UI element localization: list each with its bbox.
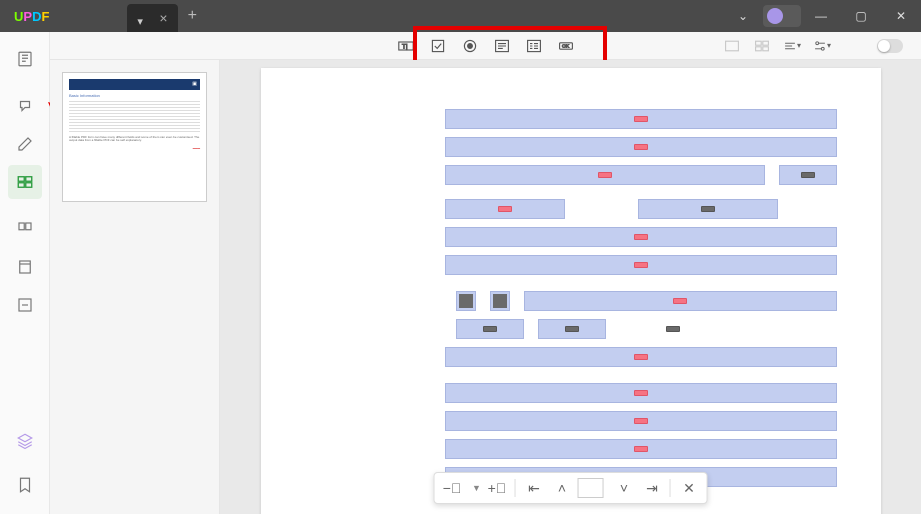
edit-tool[interactable] — [8, 127, 42, 161]
chevron-down-icon[interactable]: ⌄ — [723, 0, 763, 32]
close-bar-button[interactable]: ✕ — [677, 476, 701, 500]
image-tool-icon[interactable] — [723, 37, 741, 55]
button-tool[interactable]: OK — [557, 37, 575, 55]
field-customer-name[interactable] — [445, 109, 837, 129]
app-logo: UPDF — [0, 9, 63, 24]
field-part1[interactable] — [456, 319, 524, 339]
field-dob[interactable] — [638, 199, 778, 219]
svg-text:T|: T| — [402, 43, 408, 50]
field-email[interactable] — [445, 227, 837, 247]
zoom-out-button[interactable]: −⃝ — [440, 476, 464, 500]
grid-tool-icon[interactable] — [753, 37, 771, 55]
reader-tool[interactable] — [8, 42, 42, 76]
bookmark-icon[interactable] — [8, 468, 42, 502]
form-tool[interactable] — [8, 165, 42, 199]
radio-tool[interactable] — [461, 37, 479, 55]
menu-file[interactable] — [63, 0, 95, 32]
field-reference[interactable] — [445, 347, 837, 367]
align-tool-icon[interactable]: ▾ — [783, 37, 801, 55]
maximize-button[interactable]: ▢ — [841, 0, 881, 32]
comment-tool[interactable] — [8, 89, 42, 123]
field-mobile[interactable] — [445, 199, 565, 219]
text-field-tool[interactable]: T| — [397, 37, 415, 55]
document-tab[interactable]: ▾ × — [127, 4, 177, 32]
field-enquiry[interactable] — [524, 291, 837, 311]
settings-tool-icon[interactable]: ▾ — [813, 37, 831, 55]
field-total[interactable] — [635, 319, 711, 339]
page-thumbnail[interactable]: ▣ Basic Information A fillable PDF form … — [62, 72, 207, 202]
avatar-icon — [767, 8, 783, 24]
close-button[interactable]: ✕ — [881, 0, 921, 32]
field-pincode[interactable] — [779, 165, 837, 185]
field-address1[interactable] — [445, 137, 837, 157]
new-tab-button[interactable]: + — [178, 7, 207, 25]
field-branch[interactable] — [445, 411, 837, 431]
checkbox-yes[interactable] — [456, 291, 476, 311]
page-controls: −⃝ ▼ +⃝ ⇤ ˄ ˅ ⇥ ✕ — [433, 472, 708, 504]
field-part2[interactable] — [538, 319, 606, 339]
preview-toggle[interactable] — [877, 39, 903, 53]
pdf-page — [261, 68, 881, 514]
last-page-button[interactable]: ⇥ — [640, 476, 664, 500]
menu-help[interactable] — [95, 0, 127, 32]
redact-tool[interactable] — [8, 288, 42, 322]
listbox-tool[interactable] — [525, 37, 543, 55]
layers-icon[interactable] — [8, 424, 42, 458]
checkbox-no[interactable] — [490, 291, 510, 311]
svg-text:OK: OK — [562, 43, 570, 49]
next-page-button[interactable]: ˅ — [612, 476, 636, 500]
dropdown-tool[interactable] — [493, 37, 511, 55]
login-button[interactable] — [763, 5, 801, 27]
organize-tool[interactable] — [8, 212, 42, 246]
tab-close-icon[interactable]: × — [159, 10, 167, 26]
tab-menu-icon: ▾ — [137, 15, 143, 21]
field-bankname[interactable] — [445, 383, 837, 403]
crop-tool[interactable] — [8, 250, 42, 284]
zoom-in-button[interactable]: +⃝ — [485, 476, 509, 500]
field-address2[interactable] — [445, 165, 765, 185]
prev-page-button[interactable]: ˄ — [550, 476, 574, 500]
first-page-button[interactable]: ⇤ — [522, 476, 546, 500]
field-website[interactable] — [445, 255, 837, 275]
page-input[interactable] — [578, 478, 604, 498]
zoom-dropdown-icon[interactable]: ▼ — [472, 483, 481, 493]
checkbox-tool[interactable] — [429, 37, 447, 55]
field-accttype[interactable] — [445, 439, 837, 459]
minimize-button[interactable]: — — [801, 0, 841, 32]
